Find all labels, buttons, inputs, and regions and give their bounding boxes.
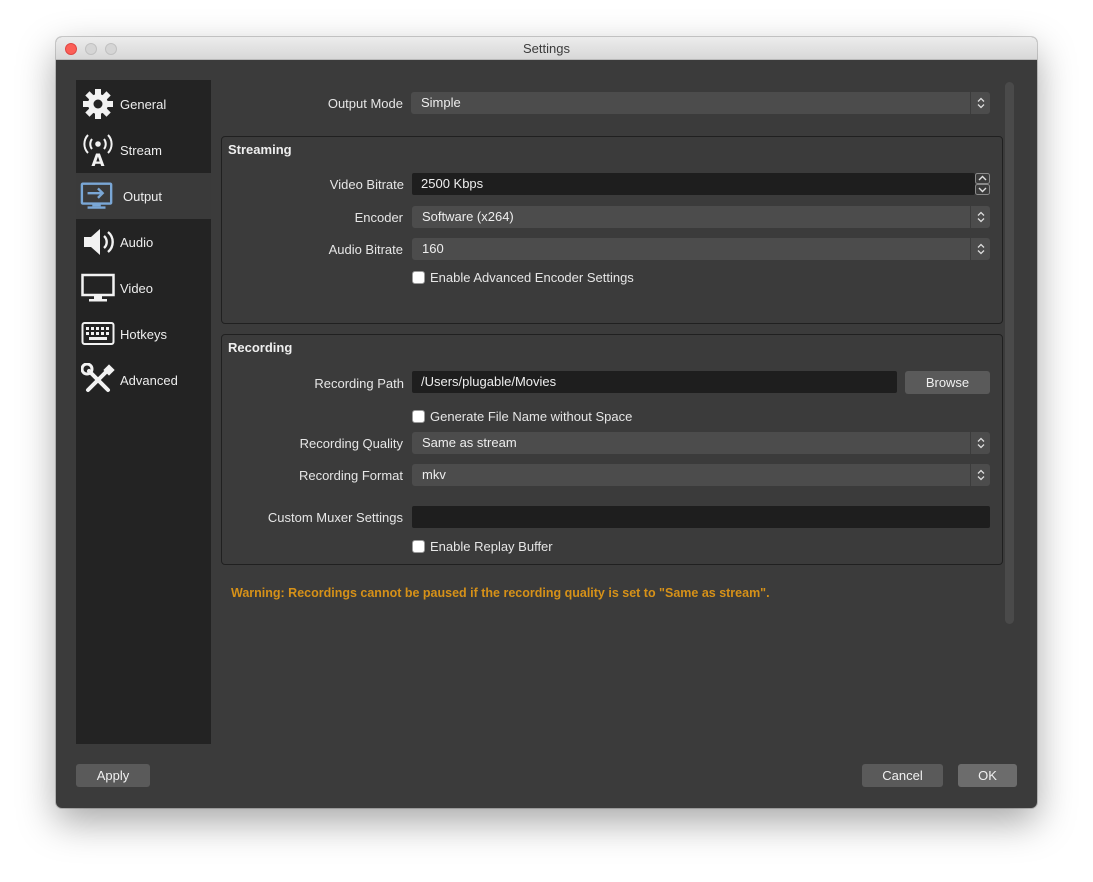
minimize-window-button[interactable] (85, 43, 97, 55)
sidebar-item-video[interactable]: Video (76, 265, 211, 311)
advanced-encoder-checkbox[interactable]: Enable Advanced Encoder Settings (412, 270, 634, 285)
warning-message: Warning: Recordings cannot be paused if … (231, 586, 770, 600)
gear-icon (81, 87, 115, 121)
recording-quality-label: Recording Quality (299, 436, 403, 451)
streaming-group: Streaming (221, 136, 1003, 324)
cancel-button[interactable]: Cancel (862, 764, 943, 787)
sidebar-item-label: Video (120, 280, 154, 296)
updown-arrows-icon (970, 92, 990, 114)
recording-format-select[interactable]: mkv (412, 464, 990, 486)
sidebar-item-label: Stream (120, 142, 162, 158)
updown-arrows-icon (970, 432, 990, 454)
checkbox-box[interactable] (412, 410, 425, 423)
apply-button[interactable]: Apply (76, 764, 150, 787)
settings-window: Settings General A Stream Output Audio V… (56, 37, 1037, 808)
title-bar: Settings (56, 37, 1037, 60)
monitor-icon (81, 271, 115, 305)
no-space-filename-label: Generate File Name without Space (430, 409, 633, 424)
video-bitrate-spinbox[interactable]: 2500 Kbps (412, 173, 975, 195)
recording-path-label: Recording Path (314, 376, 404, 391)
recording-format-label: Recording Format (298, 468, 403, 483)
recording-quality-select[interactable]: Same as stream (412, 432, 990, 454)
stepper-arrows-icon (975, 173, 990, 195)
custom-muxer-label: Custom Muxer Settings (267, 510, 403, 525)
updown-arrows-icon (970, 206, 990, 228)
tools-icon (81, 363, 115, 397)
encoder-select[interactable]: Software (x264) (412, 206, 990, 228)
sidebar-item-label: Audio (120, 234, 154, 250)
sidebar-item-stream[interactable]: A Stream (76, 127, 211, 173)
recording-path-field[interactable]: /Users/plugable/Movies (412, 371, 897, 393)
sidebar-item-label: General (120, 96, 167, 112)
replay-buffer-checkbox[interactable]: Enable Replay Buffer (412, 539, 553, 554)
settings-scrollbar[interactable] (1005, 82, 1014, 624)
output-mode-label: Output Mode (327, 96, 403, 111)
zoom-window-button[interactable] (105, 43, 117, 55)
sidebar-item-hotkeys[interactable]: Hotkeys (76, 311, 211, 357)
sidebar-item-label: Advanced (120, 372, 178, 388)
sidebar-item-label: Hotkeys (120, 326, 167, 342)
advanced-encoder-label: Enable Advanced Encoder Settings (430, 270, 634, 285)
updown-arrows-icon (970, 238, 990, 260)
custom-muxer-field[interactable] (412, 506, 990, 528)
sidebar-item-label: Output (123, 188, 163, 204)
audio-bitrate-select[interactable]: 160 (412, 238, 990, 260)
output-mode-value: Simple (421, 95, 461, 110)
recording-group-title: Recording (228, 340, 293, 355)
streaming-group-title: Streaming (228, 142, 292, 157)
audio-bitrate-label: Audio Bitrate (328, 242, 403, 257)
audio-bitrate-value: 160 (422, 241, 444, 256)
recording-format-value: mkv (422, 467, 446, 482)
no-space-filename-checkbox[interactable]: Generate File Name without Space (412, 409, 632, 424)
output-icon (80, 179, 114, 213)
ok-button[interactable]: OK (958, 764, 1017, 787)
encoder-label: Encoder (354, 210, 403, 225)
speaker-icon (81, 225, 115, 259)
keyboard-icon (81, 317, 115, 351)
video-bitrate-stepper[interactable] (975, 173, 990, 195)
recording-quality-value: Same as stream (422, 435, 517, 450)
svg-text:A: A (91, 151, 105, 167)
encoder-value: Software (x264) (422, 209, 514, 224)
video-bitrate-label: Video Bitrate (329, 177, 404, 192)
close-window-button[interactable] (65, 43, 77, 55)
checkbox-box[interactable] (412, 540, 425, 553)
broadcast-icon: A (81, 133, 115, 167)
window-title: Settings (523, 41, 570, 56)
output-mode-select[interactable]: Simple (411, 92, 990, 114)
browse-button[interactable]: Browse (905, 371, 990, 394)
replay-buffer-label: Enable Replay Buffer (430, 539, 553, 554)
updown-arrows-icon (970, 464, 990, 486)
checkbox-box[interactable] (412, 271, 425, 284)
